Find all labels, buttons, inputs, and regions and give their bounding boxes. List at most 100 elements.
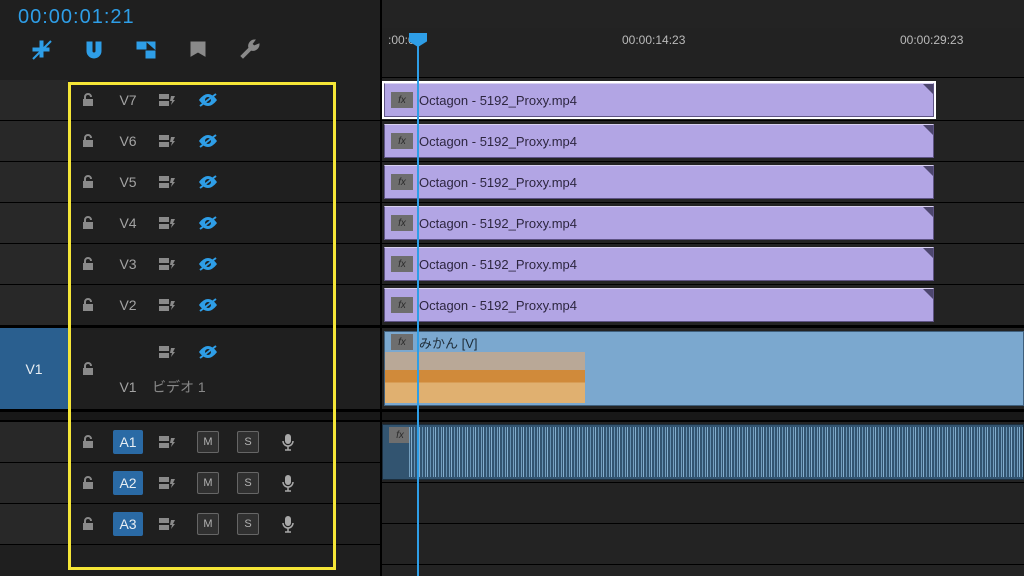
video-track-header[interactable]: V7 — [0, 80, 380, 121]
lock-icon[interactable] — [77, 253, 99, 275]
audio-track-header[interactable]: A3 M S — [0, 504, 380, 545]
video-track-header[interactable]: V4 — [0, 203, 380, 244]
sync-lock-icon[interactable] — [157, 341, 179, 363]
fx-badge[interactable]: fx — [391, 174, 413, 190]
lock-icon[interactable] — [77, 89, 99, 111]
eye-off-icon[interactable] — [197, 294, 219, 316]
sync-lock-icon[interactable] — [157, 513, 179, 535]
lock-icon[interactable] — [77, 212, 99, 234]
clip-dogear-icon — [923, 166, 933, 176]
video-clip[interactable]: fxOctagon - 5192_Proxy.mp4 — [384, 124, 934, 158]
sync-lock-icon[interactable] — [157, 171, 179, 193]
fx-badge[interactable]: fx — [391, 215, 413, 231]
audio-track-header[interactable]: A1 M S — [0, 422, 380, 463]
clip-name: Octagon - 5192_Proxy.mp4 — [419, 257, 577, 272]
lock-icon[interactable] — [77, 472, 99, 494]
audio-clip[interactable]: fx — [382, 424, 1024, 480]
solo-button[interactable]: S — [237, 513, 259, 535]
eye-off-icon[interactable] — [197, 212, 219, 234]
video-track-header-v1[interactable]: V1 V1 ビデオ 1 — [0, 326, 380, 410]
clip-area[interactable]: fxOctagon - 5192_Proxy.mp4 fxOctagon - 5… — [382, 80, 1024, 576]
sync-lock-icon[interactable] — [157, 89, 179, 111]
fx-badge[interactable]: fx — [389, 427, 411, 443]
lock-icon[interactable] — [77, 130, 99, 152]
playhead[interactable] — [417, 33, 419, 576]
fx-badge[interactable]: fx — [391, 256, 413, 272]
video-clip[interactable]: fxOctagon - 5192_Proxy.mp4 — [384, 206, 934, 240]
track-label[interactable]: V3 — [108, 256, 148, 272]
track-target-badge[interactable]: A2 — [113, 471, 142, 495]
track-label[interactable]: V5 — [108, 174, 148, 190]
video-track-header[interactable]: V3 — [0, 244, 380, 285]
video-clip[interactable]: fxOctagon - 5192_Proxy.mp4 — [384, 165, 934, 199]
voiceover-mic-icon[interactable] — [277, 472, 299, 494]
timeline-area[interactable]: :00:00 00:00:14:23 00:00:29:23 fx Octagon… — [380, 0, 1024, 576]
voiceover-mic-icon[interactable] — [277, 431, 299, 453]
sync-lock-icon[interactable] — [157, 253, 179, 275]
voiceover-mic-icon[interactable] — [277, 513, 299, 535]
audio-track-row[interactable] — [382, 483, 1024, 524]
video-clip[interactable]: fxOctagon - 5192_Proxy.mp4 — [384, 288, 934, 322]
fx-badge[interactable]: fx — [391, 334, 413, 350]
mute-button[interactable]: M — [197, 431, 219, 453]
snap-magnet-icon[interactable] — [82, 38, 106, 62]
lock-icon[interactable] — [77, 171, 99, 193]
solo-button[interactable]: S — [237, 431, 259, 453]
source-patch-v1[interactable]: V1 — [0, 328, 68, 409]
lock-icon[interactable] — [77, 431, 99, 453]
source-patch[interactable] — [0, 285, 68, 325]
eye-off-icon[interactable] — [197, 89, 219, 111]
track-name[interactable]: ビデオ 1 — [148, 377, 206, 397]
sync-lock-icon[interactable] — [157, 212, 179, 234]
mute-button[interactable]: M — [197, 472, 219, 494]
eye-off-icon[interactable] — [197, 341, 219, 363]
marker-icon[interactable] — [186, 38, 210, 62]
sync-lock-icon[interactable] — [157, 472, 179, 494]
source-patch[interactable] — [0, 121, 68, 161]
clip-dogear-icon — [923, 125, 933, 135]
track-label[interactable]: V4 — [108, 215, 148, 231]
lock-icon[interactable] — [77, 294, 99, 316]
sync-lock-icon[interactable] — [157, 431, 179, 453]
sequence-timecode[interactable]: 00:00:01:21 — [18, 6, 135, 29]
sync-lock-icon[interactable] — [157, 294, 179, 316]
lock-icon[interactable] — [77, 513, 99, 535]
track-label[interactable]: V6 — [108, 133, 148, 149]
time-ruler[interactable]: :00:00 00:00:14:23 00:00:29:23 — [382, 28, 1024, 78]
lock-icon[interactable] — [77, 358, 99, 380]
source-patch[interactable] — [0, 203, 68, 243]
source-patch[interactable] — [0, 162, 68, 202]
source-patch[interactable] — [0, 244, 68, 284]
fx-badge[interactable]: fx — [391, 297, 413, 313]
track-label[interactable]: V1 — [108, 379, 148, 395]
clip-name: みかん [V] — [419, 333, 478, 352]
source-patch[interactable] — [0, 422, 68, 462]
track-target-badge[interactable]: A3 — [113, 512, 142, 536]
audio-clip-row[interactable]: fx — [382, 422, 1024, 483]
source-patch[interactable] — [0, 80, 68, 120]
fx-badge[interactable]: fx — [391, 92, 413, 108]
solo-button[interactable]: S — [237, 472, 259, 494]
video-clip[interactable]: fxOctagon - 5192_Proxy.mp4 — [384, 83, 934, 117]
source-patch[interactable] — [0, 504, 68, 544]
track-label[interactable]: V7 — [108, 92, 148, 108]
audio-track-row[interactable] — [382, 524, 1024, 565]
fx-badge[interactable]: fx — [391, 133, 413, 149]
video-track-header[interactable]: V5 — [0, 162, 380, 203]
linked-selection-icon[interactable] — [134, 38, 158, 62]
track-target-badge[interactable]: A1 — [113, 430, 142, 454]
video-track-header[interactable]: V2 — [0, 285, 380, 326]
eye-off-icon[interactable] — [197, 253, 219, 275]
settings-wrench-icon[interactable] — [238, 38, 262, 62]
sync-lock-icon[interactable] — [157, 130, 179, 152]
track-label[interactable]: V2 — [108, 297, 148, 313]
mute-button[interactable]: M — [197, 513, 219, 535]
video-clip[interactable]: fx Octagon - 5192_Proxy.mp4 — [384, 247, 934, 281]
insert-overwrite-icon[interactable] — [30, 38, 54, 62]
audio-track-header[interactable]: A2 M S — [0, 463, 380, 504]
source-patch[interactable] — [0, 463, 68, 503]
video-track-header[interactable]: V6 — [0, 121, 380, 162]
video-clip-v1[interactable]: fx みかん [V] — [384, 331, 1024, 406]
eye-off-icon[interactable] — [197, 171, 219, 193]
eye-off-icon[interactable] — [197, 130, 219, 152]
